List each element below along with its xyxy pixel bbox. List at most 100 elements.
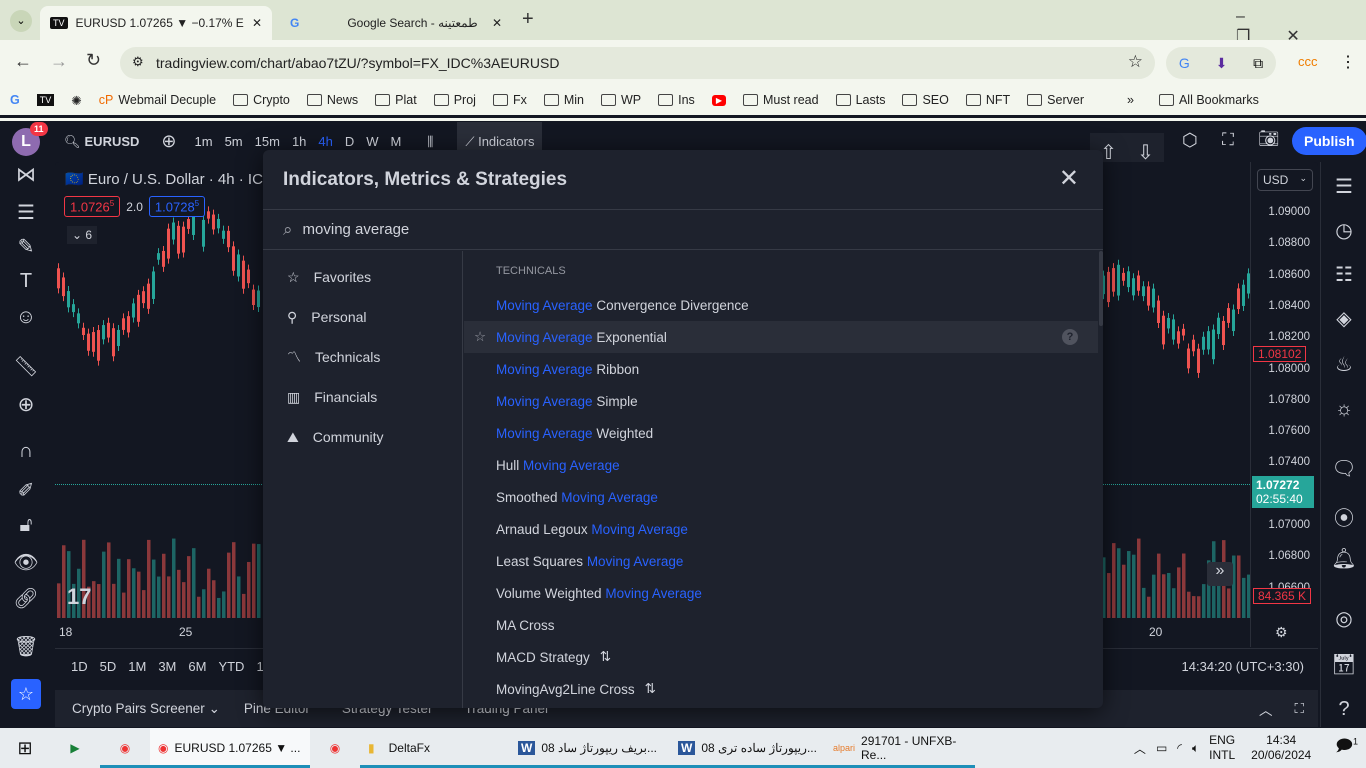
openai-bookmark[interactable]: ✺ <box>71 93 81 108</box>
taskbar-deltafx[interactable]: ▮ DeltaFx <box>360 728 510 768</box>
layers-icon[interactable]: ◈ <box>1321 306 1366 331</box>
category-financials[interactable]: ▥ Financials <box>263 377 462 417</box>
ruler-icon[interactable]: 📏︎ <box>0 354 52 379</box>
trash-icon[interactable]: 🗑︎ <box>0 634 52 659</box>
more-bookmarks-button[interactable]: » <box>1127 93 1134 107</box>
taskbar-word-1[interactable]: W بریف ریپورتاژ ساد 08... <box>510 728 670 768</box>
translate-extension-icon[interactable]: G <box>1179 55 1190 71</box>
category-technicals[interactable]: 〽 Technicals <box>263 337 462 377</box>
bookmark-folder[interactable]: Lasts <box>835 93 885 107</box>
collapse-panel-icon[interactable]: ︿ <box>1259 699 1273 719</box>
fullscreen-icon[interactable]: ⛶ <box>1222 130 1234 150</box>
axis-settings-icon[interactable]: ⚙ <box>1275 624 1288 641</box>
site-info-icon[interactable]: ⚙ <box>132 54 144 70</box>
range-6m[interactable]: 6M <box>188 659 206 674</box>
range-1m[interactable]: 1M <box>128 659 146 674</box>
indicator-result[interactable]: Smoothed Moving Average <box>464 481 1098 513</box>
streams-icon[interactable]: ⦿ <box>1321 502 1366 531</box>
dom-icon[interactable]: ◎ <box>1321 606 1366 631</box>
category-personal[interactable]: ⚲ Personal <box>263 297 462 337</box>
close-icon[interactable]: ✕ <box>252 16 262 30</box>
category-favorites[interactable]: ☆ Favorites <box>263 257 462 297</box>
language-indicator[interactable]: ENG INTL <box>1209 733 1235 763</box>
close-icon[interactable]: ✕ <box>492 16 502 30</box>
interval-5m[interactable]: 5m <box>225 134 243 149</box>
taskbar-clock[interactable]: 14:34 20/06/2024 <box>1251 733 1311 763</box>
forward-button[interactable]: → <box>50 51 68 72</box>
interval-1h[interactable]: 1h <box>292 134 306 149</box>
taskbar-word-2[interactable]: W ریپورتاژ ساده تری 08... <box>670 728 825 768</box>
indicator-result[interactable]: Moving Average Ribbon <box>464 353 1098 385</box>
menu-icon[interactable]: ⋮ <box>1340 52 1356 72</box>
interval-d[interactable]: D <box>345 134 354 149</box>
chrome-profile-icon[interactable]: ◉ <box>310 728 360 768</box>
maximize-panel-icon[interactable]: ⛶ <box>1295 701 1304 717</box>
chat-icon[interactable]: 🗨︎ <box>1321 456 1366 481</box>
pattern-tool-icon[interactable]: ⋈ <box>0 162 52 187</box>
range-ytd[interactable]: YTD <box>218 659 244 674</box>
pencil-lock-icon[interactable]: ✐ <box>0 478 52 503</box>
bookmark-folder[interactable]: Proj <box>433 93 476 107</box>
back-button[interactable]: ← <box>14 51 32 72</box>
tradingview-logo[interactable]: 17 <box>67 584 91 610</box>
meet-app-icon[interactable]: ▶ <box>50 728 100 768</box>
interval-1m[interactable]: 1m <box>195 134 213 149</box>
url-field[interactable]: ⚙ tradingview.com/chart/abao7tZU/?symbol… <box>120 47 1155 79</box>
emoji-tool-icon[interactable]: ☺ <box>0 306 52 329</box>
extensions-icon[interactable]: ⧉ <box>1253 55 1263 72</box>
tab-eurusd[interactable]: TV EURUSD 1.07265 ▼ −0.17% EM ✕ <box>40 6 272 40</box>
scroll-to-realtime-button[interactable]: » <box>1207 562 1233 586</box>
symbol-search[interactable]: EURUSD <box>85 134 140 149</box>
sell-button[interactable]: 1.07265 <box>64 196 121 218</box>
profile-extension-icon[interactable]: ccc <box>1298 54 1318 69</box>
arrow-down-icon[interactable]: ⇩ <box>1137 140 1154 165</box>
bookmark-folder[interactable]: Plat <box>375 93 417 107</box>
avatar[interactable]: L 11 <box>12 121 48 156</box>
help-icon[interactable]: ? <box>1321 698 1366 721</box>
chrome-app-icon[interactable]: ◉ <box>100 728 150 768</box>
indicator-result[interactable]: Moving Average Convergence Divergence <box>464 289 1098 321</box>
text-tool-icon[interactable]: T <box>0 270 52 293</box>
taskbar-eurusd[interactable]: ◉ EURUSD 1.07265 ▼ ... <box>150 728 310 768</box>
indicator-result[interactable]: Moving Average Simple <box>464 385 1098 417</box>
bookmark-folder[interactable]: Crypto <box>233 93 290 107</box>
bookmark-folder[interactable]: Server <box>1027 93 1084 107</box>
zoom-in-icon[interactable]: ⊕ <box>0 392 52 417</box>
settings-icon[interactable]: ⬡ <box>1182 130 1198 151</box>
close-icon[interactable]: ✕ <box>1059 164 1079 193</box>
reload-button[interactable]: ↻ <box>86 50 101 71</box>
watchlist-icon[interactable]: ☰ <box>1321 174 1366 199</box>
brush-tool-icon[interactable]: ✎ <box>0 234 52 259</box>
volume-icon[interactable]: 🔈︎ <box>1192 741 1199 756</box>
indicators-collapse[interactable]: ⌄ 6 <box>67 226 98 244</box>
indicator-result[interactable]: Moving Average Weighted <box>464 417 1098 449</box>
range-3m[interactable]: 3M <box>158 659 176 674</box>
indicator-result[interactable]: Volume Weighted Moving Average <box>464 577 1098 609</box>
bookmark-folder[interactable]: Min <box>543 93 584 107</box>
tab-search-button[interactable]: ⌄ <box>10 10 32 32</box>
battery-icon[interactable]: ▭ <box>1156 741 1167 755</box>
bookmark-folder[interactable]: NFT <box>965 93 1010 107</box>
start-button[interactable]: ⊞ <box>0 728 50 768</box>
indicator-search[interactable]: ⌕ moving average <box>263 210 1103 250</box>
ideas-bulb-icon[interactable]: ☼ <box>1321 398 1366 421</box>
scrollbar[interactable] <box>1099 251 1103 326</box>
interval-15m[interactable]: 15m <box>255 134 280 149</box>
download-extension-icon[interactable]: ⬇ <box>1216 55 1228 72</box>
indicator-result[interactable]: MovingAvg2Line Cross ⇅ <box>464 673 1098 705</box>
category-community[interactable]: ⛰ Community <box>263 417 462 457</box>
candle-type-icon[interactable]: ⫼ <box>427 134 433 150</box>
bookmark-folder[interactable]: WP <box>600 93 641 107</box>
tab-google[interactable]: G Google Search - طمعتينه ✕ <box>280 6 512 40</box>
lock-icon[interactable]: 🔓︎ <box>0 514 52 537</box>
interval-m[interactable]: M <box>391 134 402 149</box>
range-1d[interactable]: 1D <box>71 659 88 674</box>
bookmark-folder[interactable]: Ins <box>658 93 695 107</box>
link-icon[interactable]: 🔗︎ <box>0 586 52 611</box>
data-window-icon[interactable]: ☷ <box>1321 262 1366 287</box>
buy-button[interactable]: 1.07285 <box>148 196 206 218</box>
google-bookmark[interactable]: G <box>10 93 20 107</box>
indicator-result[interactable]: Least Squares Moving Average <box>464 545 1098 577</box>
new-tab-button[interactable]: + <box>522 8 534 31</box>
notifications-bell-icon[interactable]: 🔔︎ <box>1321 546 1366 571</box>
